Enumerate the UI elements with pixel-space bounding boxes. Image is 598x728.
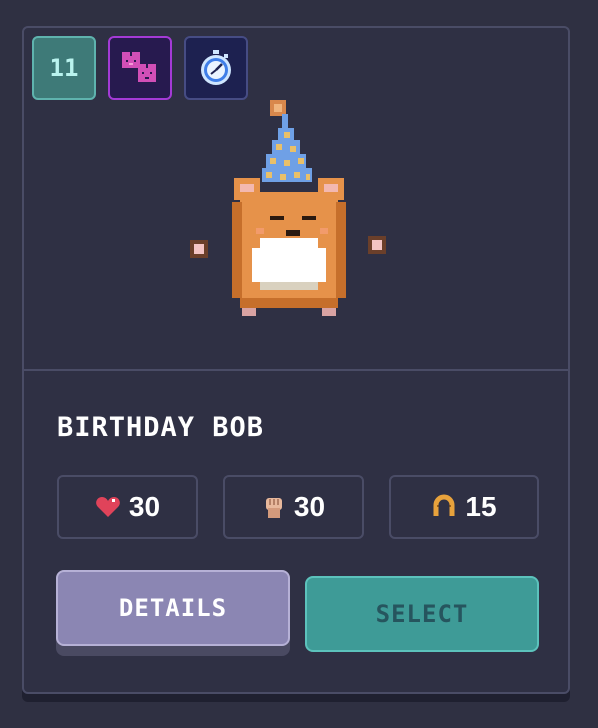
stat-attack-value: 30 — [293, 491, 326, 522]
stat-attack: 30 — [223, 475, 364, 539]
stat-luck: 15 — [389, 475, 539, 539]
character-name: BIRTHDAY BOB — [57, 412, 265, 443]
badge-row: 11 — [32, 36, 248, 100]
stopwatch-badge — [184, 36, 248, 100]
stat-health: 30 — [57, 475, 198, 539]
heart-icon — [96, 497, 120, 517]
details-button-label: DETAILS — [118, 594, 228, 622]
fist-icon — [265, 498, 282, 518]
stat-luck-value: 15 — [465, 491, 497, 522]
details-button[interactable]: DETAILS — [56, 570, 290, 646]
horseshoe-icon — [433, 494, 455, 516]
select-button-label: SELECT — [375, 600, 469, 628]
pet-group-icon — [122, 52, 156, 82]
pet-group-badge — [108, 36, 172, 100]
hamster-sprite — [190, 100, 386, 316]
select-button[interactable]: SELECT — [305, 576, 539, 652]
character-card: 11 BIRTHDAY BOB 30 30 15 DETAILS SELECT — [22, 26, 570, 694]
level-value: 11 — [49, 54, 79, 82]
card-divider — [24, 369, 568, 371]
level-badge: 11 — [32, 36, 96, 100]
stopwatch-icon — [201, 50, 231, 85]
stat-health-value: 30 — [128, 491, 161, 522]
